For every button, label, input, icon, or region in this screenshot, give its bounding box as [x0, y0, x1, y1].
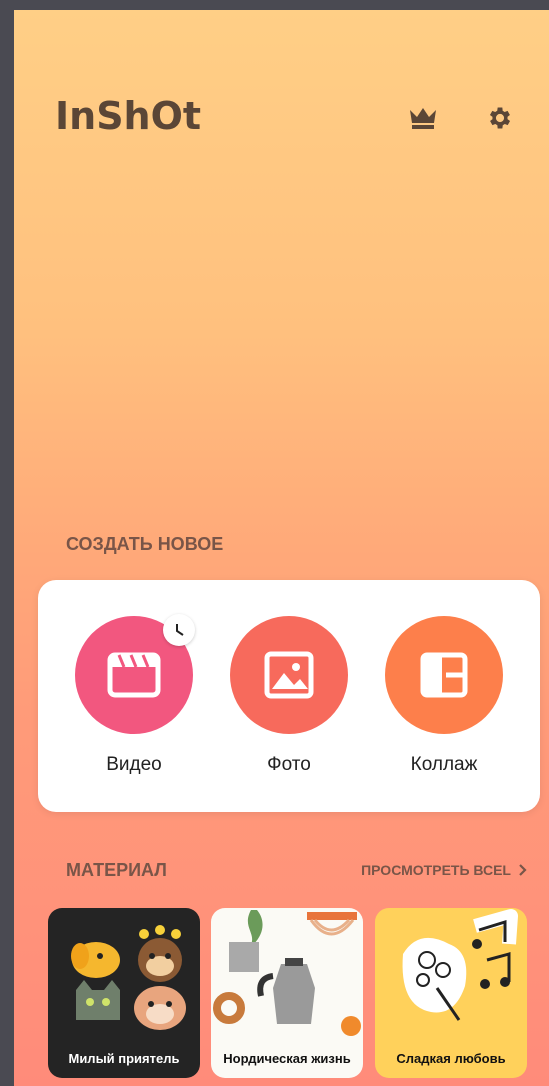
create-video-button[interactable]: Видео	[74, 614, 195, 776]
material-card-label: Сладкая любовь	[396, 1051, 506, 1066]
gear-icon[interactable]	[485, 103, 515, 133]
create-collage-button[interactable]: Коллаж	[384, 616, 504, 776]
animal-stickers-illustration	[71, 925, 186, 1030]
collage-label: Коллаж	[410, 754, 478, 775]
view-all-link[interactable]: ПРОСМОТРЕТЬ ВСЕL	[361, 862, 527, 878]
video-label: Видео	[106, 754, 162, 775]
image-icon	[264, 651, 314, 699]
video-circle	[75, 614, 195, 734]
clapperboard-icon	[107, 652, 161, 698]
create-section-title: СОЗДАТЬ НОВОЕ	[66, 534, 224, 554]
collage-icon	[420, 652, 468, 698]
bouquet-illustration	[402, 909, 518, 1021]
clock-icon	[163, 614, 195, 646]
view-all-label: ПРОСМОТРЕТЬ ВСЕL	[361, 862, 511, 878]
material-section-title: МАТЕРИАЛ	[66, 860, 167, 880]
material-card-label: Милый приятель	[68, 1051, 180, 1066]
material-card-sweet-love[interactable]: Сладкая любовь	[375, 908, 527, 1078]
material-card-label: Нордическая жизнь	[223, 1051, 351, 1066]
crown-icon[interactable]	[408, 103, 438, 133]
photo-circle	[230, 616, 348, 734]
app-logo: InShOt	[55, 94, 202, 138]
material-card-nordic-life[interactable]: Нордическая жизнь	[211, 908, 363, 1078]
home-screen: InShOt СОЗДАТЬ НОВОЕ Видео Фото Коллаж М…	[14, 10, 549, 1086]
material-card-cute-friend[interactable]: Милый приятель	[48, 908, 200, 1078]
create-photo-button[interactable]: Фото	[229, 616, 349, 776]
photo-label: Фото	[267, 754, 311, 775]
collage-circle	[385, 616, 503, 734]
nordic-illustration	[213, 910, 361, 1036]
chevron-right-icon	[519, 864, 527, 876]
create-card: Видео Фото Коллаж	[38, 580, 540, 812]
